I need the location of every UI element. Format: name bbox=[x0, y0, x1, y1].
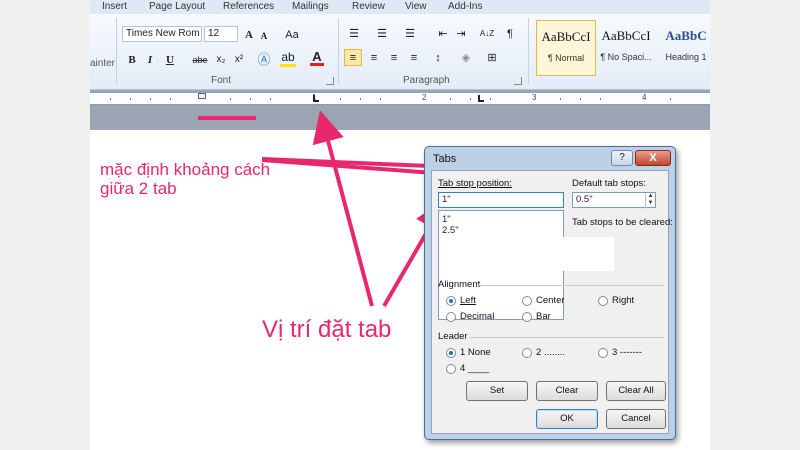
alignment-right-radio[interactable] bbox=[598, 296, 608, 306]
alignment-left-radio[interactable] bbox=[446, 296, 456, 306]
close-icon[interactable]: X bbox=[635, 150, 671, 166]
alignment-left-label[interactable]: Left bbox=[460, 295, 476, 306]
default-tab-stops-spinner[interactable]: 0.5" ▲ ▼ bbox=[572, 192, 656, 209]
dialog-body: Tab stop position: 1" 1" 2.5" Default ta… bbox=[431, 170, 673, 434]
annotation-tab-position: Vị trí đặt tab bbox=[262, 316, 392, 343]
alignment-center-radio[interactable] bbox=[522, 296, 532, 306]
leader-underline-label[interactable]: 4 ____ bbox=[460, 363, 489, 374]
tabs-dialog: Tabs ? X Tab stop position: 1" 1" 2.5" D… bbox=[424, 146, 676, 440]
leader-dots-label[interactable]: 2 ........ bbox=[536, 347, 565, 358]
alignment-bar-label[interactable]: Bar bbox=[536, 311, 551, 322]
leader-none-radio[interactable] bbox=[446, 348, 456, 358]
list-item[interactable]: 1" bbox=[442, 214, 451, 225]
alignment-right-label[interactable]: Right bbox=[612, 295, 634, 306]
tab-stops-to-clear-label: Tab stops to be cleared: bbox=[572, 217, 673, 228]
alignment-label: Alignment bbox=[438, 279, 481, 290]
divider bbox=[470, 337, 664, 338]
tab-stop-position-label: Tab stop position: bbox=[438, 178, 512, 189]
annotation-line: giữa 2 tab bbox=[100, 179, 177, 198]
clear-button[interactable]: Clear bbox=[536, 381, 598, 401]
leader-dashes-label[interactable]: 3 ------- bbox=[612, 347, 642, 358]
alignment-decimal-radio[interactable] bbox=[446, 312, 456, 322]
leader-none-label[interactable]: 1 None bbox=[460, 347, 491, 358]
alignment-center-label[interactable]: Center bbox=[536, 295, 565, 306]
divider bbox=[478, 285, 664, 286]
default-tab-stops-label: Default tab stops: bbox=[572, 178, 646, 189]
cancel-button[interactable]: Cancel bbox=[606, 409, 666, 429]
leader-label: Leader bbox=[438, 331, 468, 342]
alignment-decimal-label[interactable]: Decimal bbox=[460, 311, 494, 322]
spinner-arrows-icon[interactable]: ▲ ▼ bbox=[645, 193, 655, 209]
leader-dashes-radio[interactable] bbox=[598, 348, 608, 358]
clear-preview-area bbox=[550, 237, 614, 271]
dialog-title: Tabs bbox=[433, 153, 457, 165]
tab-stop-position-input[interactable]: 1" bbox=[438, 192, 564, 208]
annotation-line: mặc định khoảng cách bbox=[100, 160, 271, 179]
help-icon[interactable]: ? bbox=[611, 150, 633, 166]
alignment-bar-radio[interactable] bbox=[522, 312, 532, 322]
default-tab-stops-value: 0.5" bbox=[576, 194, 593, 205]
set-button[interactable]: Set bbox=[466, 381, 528, 401]
clear-all-button[interactable]: Clear All bbox=[606, 381, 666, 401]
leader-underline-radio[interactable] bbox=[446, 364, 456, 374]
list-item[interactable]: 2.5" bbox=[442, 225, 459, 236]
annotation-arrows bbox=[198, 110, 582, 308]
ok-button[interactable]: OK bbox=[536, 409, 598, 429]
arrow-to-ruler-tab bbox=[312, 110, 374, 307]
leader-dots-radio[interactable] bbox=[522, 348, 532, 358]
annotation-default-spacing: mặc định khoảng cách giữa 2 tab bbox=[100, 160, 270, 198]
